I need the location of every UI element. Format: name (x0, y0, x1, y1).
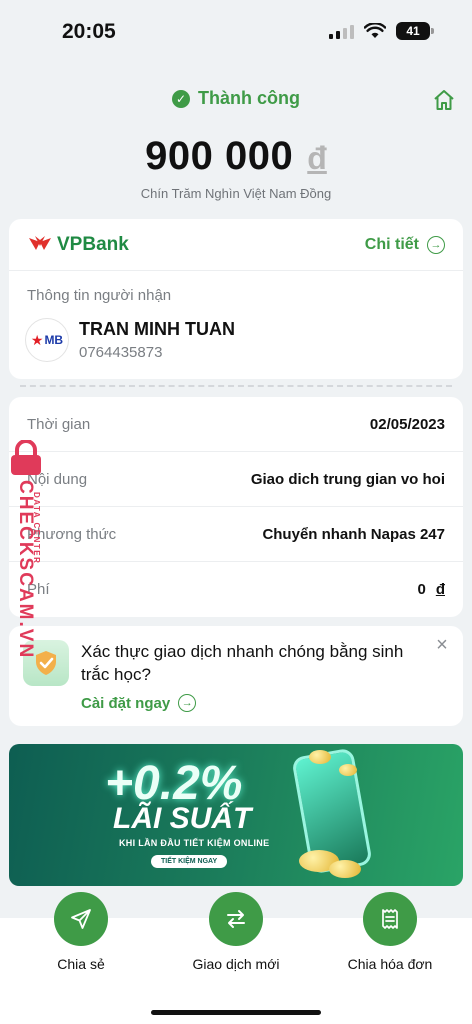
banner-title: LÃI SUẤT (113, 802, 252, 835)
home-indicator[interactable] (151, 1010, 321, 1015)
biometric-promo-card: Xác thực giao dịch nhanh chóng bằng sinh… (9, 626, 463, 726)
checkscam-watermark: CHECKSCAM.VN DATA CENTER (2, 440, 48, 659)
cellular-signal-icon (329, 23, 354, 39)
vpbank-logo: VPBank (27, 234, 129, 256)
bank-header: VPBank Chi tiết → (9, 219, 463, 271)
mb-bank-logo-text: MB (44, 333, 64, 347)
check-circle-icon: ✓ (172, 89, 190, 108)
vpbank-logo-icon (29, 235, 51, 250)
savings-promo-banner[interactable]: +0.2% LÃI SUẤT KHI LẦN ĐẦU TIẾT KIỆM ONL… (9, 744, 463, 886)
setup-now-link[interactable]: Cài đặt ngay → (81, 694, 197, 712)
coin-illustration (339, 764, 357, 776)
detail-link-label: Chi tiết (364, 235, 419, 253)
split-bill-action[interactable]: Chia hóa đơn (320, 892, 460, 972)
watermark-subtext: DATA CENTER (32, 492, 41, 565)
recipient-name: TRAN MINH TUAN (79, 319, 235, 339)
fee-amount: 0 (417, 581, 426, 598)
recipient-card: VPBank Chi tiết → Thông tin người nhận ★… (9, 219, 463, 379)
detail-value: 02/05/2023 (369, 415, 445, 433)
detail-value: Chuyển nhanh Napas 247 (262, 525, 445, 543)
status-icons: 41 (329, 22, 434, 40)
detail-row-time: Thời gian 02/05/2023 (9, 397, 463, 452)
amount-in-words: Chín Trăm Nghìn Việt Nam Đồng (140, 186, 332, 201)
detail-link[interactable]: Chi tiết → (364, 235, 445, 254)
detail-row-content: Nội dung Giao dich trung gian vo hoi (9, 452, 463, 507)
dashed-divider (20, 385, 452, 387)
bank-name: VPBank (57, 233, 129, 255)
banner-cta-button[interactable]: TIẾT KIỆM NGAY (151, 855, 228, 868)
share-label: Chia sẻ (57, 956, 105, 972)
detail-row-method: Phương thức Chuyển nhanh Napas 247 (9, 507, 463, 562)
arrow-right-circle-icon: → (178, 694, 197, 712)
recipient-row: ★ MB TRAN MINH TUAN 0764435873 (9, 304, 463, 362)
bottom-action-bar: Chia sẻ Giao dịch mới Chia hóa đơn (0, 892, 472, 1024)
recipient-section-label: Thông tin người nhận (27, 287, 172, 304)
new-transaction-button[interactable] (209, 892, 263, 946)
mb-bank-logo: ★ MB (25, 318, 69, 362)
close-icon[interactable]: × (433, 635, 451, 655)
detail-value: Giao dich trung gian vo hoi (250, 470, 445, 488)
star-icon: ★ (30, 331, 44, 348)
success-status: ✓ Thành công (0, 88, 472, 109)
share-button[interactable] (54, 892, 108, 946)
swap-icon (227, 910, 245, 928)
status-bar: 20:05 41 (0, 0, 472, 60)
battery-icon: 41 (396, 22, 434, 40)
detail-label: Thời gian (27, 415, 91, 433)
split-bill-label: Chia hóa đơn (347, 956, 433, 972)
new-transaction-action[interactable]: Giao dịch mới (166, 892, 306, 972)
home-icon[interactable] (432, 88, 456, 112)
share-action[interactable]: Chia sẻ (11, 892, 151, 972)
coin-illustration (329, 860, 361, 878)
detail-row-fee: Phí 0 đ (9, 562, 463, 617)
fee-value: 0 đ (417, 581, 445, 598)
send-icon (71, 909, 91, 929)
amount-value: 900 000 (145, 134, 294, 178)
split-bill-button[interactable] (363, 892, 417, 946)
fee-currency: đ (435, 581, 445, 598)
wifi-icon (364, 23, 386, 38)
lock-icon (11, 440, 41, 475)
status-text: Thành công (198, 88, 300, 108)
promo-text: Xác thực giao dịch nhanh chóng bằng sinh… (81, 642, 404, 684)
recipient-account: 0764435873 (79, 344, 163, 361)
new-transaction-label: Giao dịch mới (192, 956, 280, 972)
status-time: 20:05 (62, 20, 116, 43)
coin-illustration (309, 750, 331, 764)
arrow-right-circle-icon: → (427, 235, 445, 254)
currency-symbol: đ (307, 140, 327, 176)
receipt-icon (382, 909, 398, 929)
amount-display: 900 000 đ (0, 134, 472, 179)
banner-subtitle: KHI LẦN ĐẦU TIẾT KIỆM ONLINE (119, 838, 270, 848)
transaction-details-card: Thời gian 02/05/2023 Nội dung Giao dich … (9, 397, 463, 617)
setup-now-label: Cài đặt ngay (81, 694, 171, 712)
